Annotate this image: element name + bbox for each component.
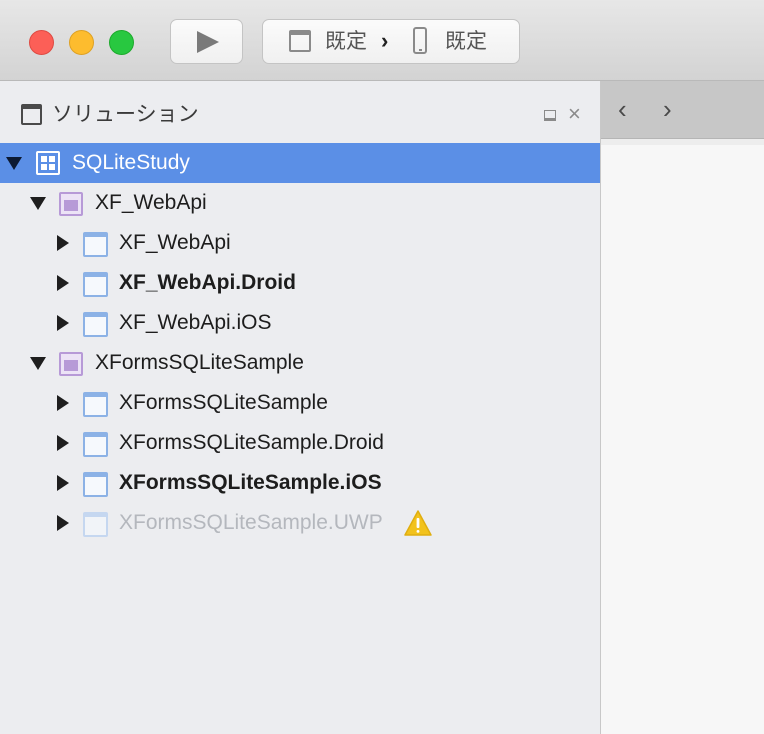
- project-icon: [83, 312, 108, 337]
- tree-item-solution[interactable]: SQLiteStudy: [0, 143, 600, 183]
- expand-arrow-icon[interactable]: [57, 315, 69, 331]
- project-label: XF_WebApi: [119, 231, 231, 254]
- window-icon: [289, 30, 311, 52]
- tree-item-project[interactable]: XF_WebApi: [0, 223, 600, 263]
- expand-arrow-icon[interactable]: [57, 515, 69, 531]
- project-icon: [83, 472, 108, 497]
- project-label: XFormsSQLiteSample.iOS: [119, 471, 382, 494]
- dock-icon[interactable]: [544, 110, 556, 121]
- project-icon: [83, 512, 108, 537]
- tree-item-project[interactable]: XFormsSQLiteSample.UWP: [0, 503, 600, 543]
- editor-area[interactable]: [601, 139, 764, 734]
- expand-arrow-icon[interactable]: [57, 435, 69, 451]
- tree-item-project[interactable]: XF_WebApi.iOS: [0, 303, 600, 343]
- collapse-arrow-icon[interactable]: [30, 197, 46, 210]
- solution-folder-icon: [59, 352, 83, 376]
- window-zoom-button[interactable]: [109, 30, 134, 55]
- solution-pane-icon: [21, 104, 42, 125]
- expand-arrow-icon[interactable]: [57, 475, 69, 491]
- tree-item-project[interactable]: XF_WebApi.Droid: [0, 263, 600, 303]
- project-label: XF_WebApi.Droid: [119, 271, 296, 294]
- collapse-arrow-icon[interactable]: [30, 357, 46, 370]
- toolbar: 既定 › 既定: [0, 0, 764, 81]
- folder-label: XFormsSQLiteSample: [95, 351, 304, 374]
- configuration-selector[interactable]: 既定 › 既定: [262, 19, 520, 64]
- document-nav-bar: ‹ ›: [601, 81, 764, 139]
- project-icon: [83, 392, 108, 417]
- target-device-label: 既定: [445, 30, 487, 53]
- collapse-arrow-icon[interactable]: [6, 157, 22, 170]
- project-label: XF_WebApi.iOS: [119, 311, 272, 334]
- tree-item-folder[interactable]: XF_WebApi: [0, 183, 600, 223]
- solution-icon: [36, 151, 60, 175]
- warning-icon: [404, 510, 432, 536]
- tree-item-project[interactable]: XFormsSQLiteSample: [0, 383, 600, 423]
- close-icon[interactable]: ×: [568, 101, 581, 127]
- expand-arrow-icon[interactable]: [57, 395, 69, 411]
- project-label: XFormsSQLiteSample.UWP: [119, 511, 383, 534]
- back-arrow-icon[interactable]: ‹: [618, 95, 627, 123]
- solution-pane-header: ソリューション ×: [0, 81, 600, 143]
- solution-tree: SQLiteStudy XF_WebApi XF_WebApi XF_WebAp…: [0, 143, 600, 543]
- play-icon: [197, 31, 219, 53]
- tree-item-project[interactable]: XFormsSQLiteSample.Droid: [0, 423, 600, 463]
- solution-folder-icon: [59, 192, 83, 216]
- solution-label: SQLiteStudy: [72, 151, 190, 174]
- expand-arrow-icon[interactable]: [57, 275, 69, 291]
- tree-item-folder[interactable]: XFormsSQLiteSample: [0, 343, 600, 383]
- expand-arrow-icon[interactable]: [57, 235, 69, 251]
- device-icon: [413, 27, 427, 54]
- project-label: XFormsSQLiteSample.Droid: [119, 431, 384, 454]
- solution-pane-title: ソリューション: [52, 103, 199, 126]
- tree-item-project[interactable]: XFormsSQLiteSample.iOS: [0, 463, 600, 503]
- build-configuration-label: 既定: [325, 30, 367, 53]
- run-button[interactable]: [170, 19, 243, 64]
- folder-label: XF_WebApi: [95, 191, 207, 214]
- window-close-button[interactable]: [29, 30, 54, 55]
- solution-pane: ソリューション × SQLiteStudy XF_WebApi XF_WebAp…: [0, 81, 601, 734]
- chevron-right-icon: ›: [381, 28, 389, 53]
- project-icon: [83, 232, 108, 257]
- forward-arrow-icon[interactable]: ›: [663, 95, 672, 123]
- project-icon: [83, 432, 108, 457]
- project-label: XFormsSQLiteSample: [119, 391, 328, 414]
- project-icon: [83, 272, 108, 297]
- window-minimize-button[interactable]: [69, 30, 94, 55]
